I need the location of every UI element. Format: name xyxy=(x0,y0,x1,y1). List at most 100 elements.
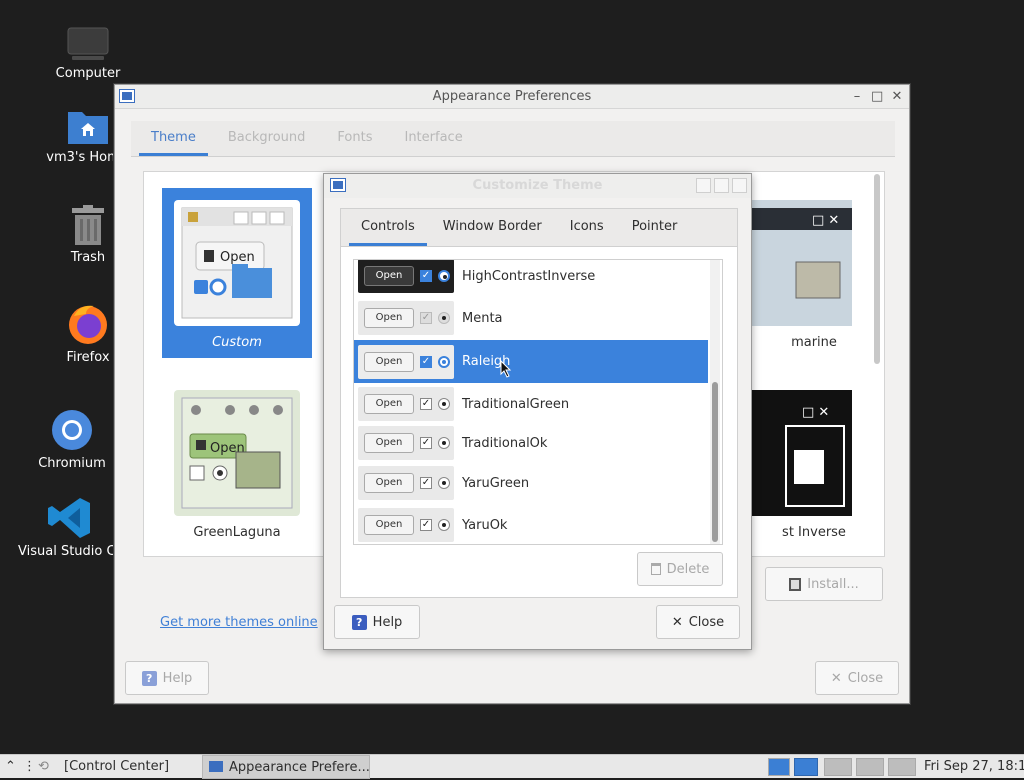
checkbox-icon: ✓ xyxy=(420,270,432,282)
control-preview: Open ✓ xyxy=(358,301,454,335)
checkbox-icon: ✓ xyxy=(420,519,432,531)
theme-preview-art: Open xyxy=(181,397,293,509)
svg-text:□ ✕: □ ✕ xyxy=(812,213,839,228)
control-preview: Open ✓ xyxy=(358,387,454,421)
trash-icon xyxy=(72,205,104,245)
customize-notebook: Controls Window Border Icons Pointer Ope… xyxy=(340,208,738,598)
radio-icon xyxy=(438,477,450,489)
radio-icon xyxy=(438,312,450,324)
maximize-icon[interactable]: □ xyxy=(871,85,883,109)
preview-open-button: Open xyxy=(364,515,414,535)
show-desktop-icon[interactable]: ⟲ xyxy=(34,755,53,779)
desktop-icon-label: Chromium xyxy=(38,456,106,471)
tab-controls[interactable]: Controls xyxy=(349,209,427,246)
help-button[interactable]: ? Help xyxy=(125,661,209,695)
list-item[interactable]: Open ✓ YaruGreen xyxy=(354,463,708,503)
mouse-pointer-icon xyxy=(500,359,512,378)
checkbox-icon: ✓ xyxy=(420,312,432,324)
list-item[interactable]: Open ✓ TraditionalOk xyxy=(354,423,708,463)
tab-background[interactable]: Background xyxy=(216,121,318,156)
control-theme-name: TraditionalGreen xyxy=(462,396,570,412)
theme-name: Custom xyxy=(212,335,262,350)
close-x-icon: ✕ xyxy=(830,670,842,686)
checkbox-icon: ✓ xyxy=(420,398,432,410)
app-icon xyxy=(209,761,223,772)
checkbox-icon: ✓ xyxy=(420,437,432,449)
menu-arrow-icon[interactable]: ⌃ xyxy=(2,755,19,779)
control-theme-name: HighContrastInverse xyxy=(462,268,596,284)
delete-button[interactable]: Delete xyxy=(637,552,723,586)
preview-open-button: Open xyxy=(364,308,414,328)
control-theme-name: YaruGreen xyxy=(462,475,530,491)
get-more-themes-link[interactable]: Get more themes online xyxy=(160,615,318,630)
chromium-icon xyxy=(52,410,92,450)
trash-icon xyxy=(650,563,661,575)
tab-theme[interactable]: Theme xyxy=(139,121,208,156)
install-icon xyxy=(789,577,802,591)
customize-tabs: Controls Window Border Icons Pointer xyxy=(341,209,737,247)
preview-open-button: Open xyxy=(364,266,414,286)
list-item[interactable]: Open ✓ Menta xyxy=(354,298,708,338)
workspace-1[interactable] xyxy=(768,758,790,776)
close-x-icon: ✕ xyxy=(671,614,683,630)
radio-icon xyxy=(438,519,450,531)
desktop-icon-computer[interactable]: Computer xyxy=(38,26,138,81)
control-preview: Open ✓ xyxy=(358,426,454,460)
workspace-4[interactable] xyxy=(856,758,884,776)
list-scrollbar[interactable] xyxy=(712,382,718,542)
list-item[interactable]: Open ✓ YaruOk xyxy=(354,505,708,544)
control-theme-name: YaruOk xyxy=(462,517,508,533)
theme-card-custom[interactable]: Open Custom xyxy=(162,188,312,358)
control-theme-name: TraditionalOk xyxy=(462,435,548,451)
desktop-icon-chromium[interactable]: Chromium xyxy=(22,408,122,471)
dialog-close-button[interactable]: ✕ Close xyxy=(656,605,740,639)
controls-list: Open ✓ HighContrastInverse Open ✓ Menta … xyxy=(353,259,723,545)
computer-icon xyxy=(67,27,109,60)
theme-preview: Open xyxy=(174,200,300,326)
close-button[interactable]: ✕ Close xyxy=(815,661,899,695)
app-icon xyxy=(119,89,135,103)
list-item[interactable]: Open ✓ Raleigh xyxy=(354,340,708,383)
help-icon: ? xyxy=(141,670,157,686)
control-preview: Open ✓ xyxy=(358,344,454,379)
preview-open-button: Open xyxy=(364,351,414,372)
theme-card-greenlaguna[interactable]: Open GreenLaguna xyxy=(162,378,312,548)
svg-text:□ ✕: □ ✕ xyxy=(802,405,829,420)
tab-fonts[interactable]: Fonts xyxy=(325,121,384,156)
workspace-3[interactable] xyxy=(824,758,852,776)
desktop-icon-vscode[interactable]: Visual Studio Code xyxy=(18,496,122,559)
install-button[interactable]: Install... xyxy=(765,567,883,601)
workspace-5[interactable] xyxy=(888,758,916,776)
tab-interface[interactable]: Interface xyxy=(392,121,474,156)
tab-window-border[interactable]: Window Border xyxy=(431,209,554,246)
tab-icons[interactable]: Icons xyxy=(558,209,616,246)
clock[interactable]: Fri Sep 27, 18:16 xyxy=(918,755,1024,779)
minimize-icon[interactable]: – xyxy=(851,85,863,109)
taskbar-appearance-task[interactable]: Appearance Prefere... xyxy=(202,755,370,779)
checkbox-icon: ✓ xyxy=(420,355,432,368)
home-folder-icon xyxy=(68,112,108,144)
window-title: Appearance Preferences xyxy=(432,89,592,104)
theme-scrollbar[interactable] xyxy=(874,174,880,364)
close-icon[interactable] xyxy=(732,178,747,193)
taskbar-control-center[interactable]: [Control Center] xyxy=(58,755,175,779)
minimize-icon[interactable] xyxy=(696,178,711,193)
customize-theme-dialog: Customize Theme Controls Window Border I… xyxy=(323,173,752,650)
help-icon: ? xyxy=(351,614,367,630)
theme-preview-art: Open xyxy=(181,207,293,319)
taskbar: ⌃ ⋮ ⟲ [Control Center] Appearance Prefer… xyxy=(0,754,1024,779)
list-item[interactable]: Open ✓ TraditionalGreen xyxy=(354,384,708,424)
window-titlebar[interactable]: Appearance Preferences – □ ✕ xyxy=(115,85,909,109)
theme-preview: Open xyxy=(174,390,300,516)
dialog-help-button[interactable]: ? Help xyxy=(334,605,420,639)
tab-pointer[interactable]: Pointer xyxy=(620,209,690,246)
radio-icon xyxy=(438,398,450,410)
control-theme-name: Menta xyxy=(462,310,503,326)
theme-name: GreenLaguna xyxy=(193,525,281,540)
svg-text:Open: Open xyxy=(220,250,255,265)
dialog-titlebar[interactable]: Customize Theme xyxy=(324,174,751,198)
workspace-2[interactable] xyxy=(794,758,818,776)
close-icon[interactable]: ✕ xyxy=(891,85,903,109)
list-item[interactable]: Open ✓ HighContrastInverse xyxy=(354,260,708,296)
maximize-icon[interactable] xyxy=(714,178,729,193)
